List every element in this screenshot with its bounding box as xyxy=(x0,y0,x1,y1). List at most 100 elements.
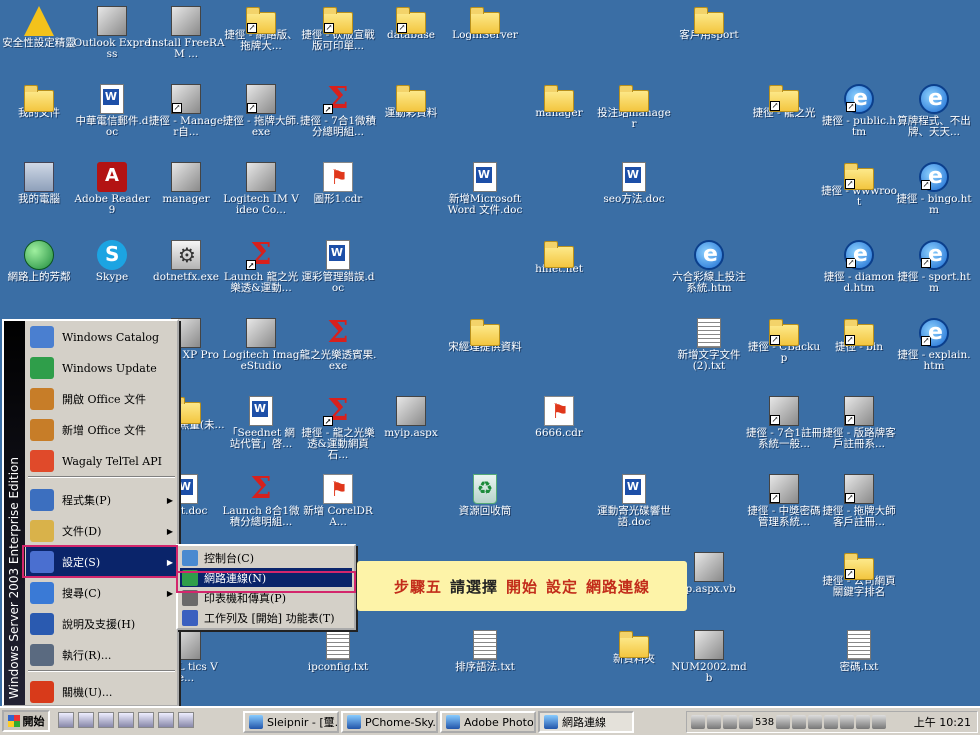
start-menu-item[interactable]: 程式集(P) ▶ xyxy=(26,485,177,515)
desktop-icon[interactable]: 圖形1.cdr xyxy=(299,160,377,205)
tray-counter[interactable]: 538 xyxy=(755,717,774,728)
desktop-icon[interactable]: Launch 8合1微積分總明組... xyxy=(222,472,300,528)
desktop-icon[interactable]: 資源回收筒 xyxy=(446,472,524,517)
desktop-icon[interactable]: ↗ 捷徑 - 砍版宣戰版可印單... xyxy=(299,4,377,52)
desktop-icon[interactable]: Adobe Reader 9 xyxy=(73,160,151,216)
desktop-icon[interactable]: 新增Microsoft Word 文件.doc xyxy=(446,160,524,216)
start-menu-item[interactable]: 設定(S) ▶ xyxy=(26,547,177,577)
tray-icon[interactable] xyxy=(691,715,705,729)
start-menu-item[interactable]: 開啟 Office 文件 xyxy=(26,384,177,414)
desktop-icon[interactable]: 新增文字文件 (2).txt xyxy=(670,316,748,372)
desktop-icon[interactable]: 我的電腦 xyxy=(0,160,78,205)
desktop-icon[interactable]: 我的文件 xyxy=(0,82,78,119)
settings-submenu-item[interactable]: 網路連線(N) xyxy=(180,568,352,587)
desktop-icon[interactable]: LoginServer xyxy=(446,4,524,41)
desktop-icon[interactable]: 龍之光樂透賓果.exe xyxy=(299,316,377,372)
messenger-quicklaunch-icon[interactable] xyxy=(158,712,174,728)
desktop-icon[interactable]: 排序語法.txt xyxy=(446,628,524,673)
start-menu-item[interactable]: 文件(D) ▶ xyxy=(26,516,177,546)
tray-icon[interactable] xyxy=(840,715,855,729)
taskbar-button[interactable]: PChome-Sky... xyxy=(341,711,438,733)
tray-icon[interactable] xyxy=(856,715,871,729)
media-quicklaunch-icon[interactable] xyxy=(138,712,154,728)
outlook-quicklaunch-icon[interactable] xyxy=(98,712,114,728)
desktop-icon[interactable]: 新資料夾 xyxy=(595,628,673,665)
desktop-icon[interactable]: ↗ 捷徑 - public.htm xyxy=(820,82,898,138)
desktop-icon[interactable]: ↗捷徑 - 龍之光樂透&運動網頁石... xyxy=(299,394,377,461)
start-menu-item[interactable]: Windows Update xyxy=(26,353,177,383)
tray-icon[interactable] xyxy=(739,715,753,729)
desktop-icon[interactable]: 客戶用sport xyxy=(670,4,748,41)
start-button[interactable]: 開始 xyxy=(2,710,50,732)
desktop-icon[interactable]: manager xyxy=(520,82,598,119)
desktop-icon[interactable]: Logitech IM Video Co... xyxy=(222,160,300,216)
desktop-icon[interactable]: ↗ 捷徑 - diamond.htm xyxy=(820,238,898,294)
desktop-icon[interactable]: ↗捷徑 - 7合1微積分總明組... xyxy=(299,82,377,138)
clock[interactable]: 上午 10:21 xyxy=(914,714,971,730)
desktop-icon[interactable]: 六合彩線上投注系統.htm xyxy=(670,238,748,294)
start-menu-item[interactable]: 搜尋(C) ▶ xyxy=(26,578,177,608)
settings-submenu-item[interactable]: 工作列及 [開始] 功能表(T) xyxy=(180,608,352,627)
desktop-icon[interactable]: ↗ 捷徑 - 中獎密碼管理系統... xyxy=(745,472,823,528)
desktop-icon[interactable]: hinet.net xyxy=(520,238,598,275)
desktop-icon[interactable]: 中華電信郵件.doc xyxy=(73,82,151,138)
app-quicklaunch-icon[interactable] xyxy=(178,712,194,728)
tray-icon[interactable] xyxy=(808,715,823,729)
desktop-icon[interactable]: myip.aspx xyxy=(372,394,450,439)
desktop-icon[interactable]: Install FreeRAM ... xyxy=(147,4,225,60)
start-menu-item[interactable]: Windows Catalog xyxy=(26,322,177,352)
desktop-icon[interactable]: manager xyxy=(147,160,225,205)
desktop-icon[interactable]: 密碼.txt xyxy=(820,628,898,673)
desktop-icon[interactable]: ↗ 捷徑 - 版路牌客戶註冊系... xyxy=(820,394,898,450)
desktop-icon[interactable]: 算牌程式、不出牌、天天... xyxy=(895,82,973,138)
desktop-icon[interactable]: 宋經理提供資料 xyxy=(446,316,524,353)
settings-submenu-item[interactable]: 控制台(C) xyxy=(180,548,352,567)
tray-icon[interactable] xyxy=(707,715,721,729)
ie-quicklaunch-icon[interactable] xyxy=(58,712,74,728)
desktop-icon[interactable]: Outlook Express xyxy=(73,4,151,60)
desktop-icon[interactable]: Logitech ImageStudio xyxy=(222,316,300,372)
desktop-icon[interactable]: ↗ 捷徑 - 拖牌大師.exe xyxy=(222,82,300,138)
start-menu-item[interactable]: Wagaly TelTel API xyxy=(26,446,177,476)
start-menu-item[interactable]: 說明及支援(H) xyxy=(26,609,177,639)
desktop-icon[interactable]: ↗ 捷徑 - explain.htm xyxy=(895,316,973,372)
start-menu-item[interactable]: 新增 Office 文件 xyxy=(26,415,177,445)
desktop-icon[interactable]: NUM2002.mdb xyxy=(670,628,748,684)
tray-icon[interactable] xyxy=(872,715,887,729)
desktop-icon[interactable]: 網路上的芳鄰 xyxy=(0,238,78,283)
desktop-icon[interactable]: ↗ 捷徑 - bingo.htm xyxy=(895,160,973,216)
start-menu-item[interactable]: 關機(U)... xyxy=(26,677,177,707)
desktop-quicklaunch-icon[interactable] xyxy=(118,712,134,728)
taskbar-button[interactable]: Adobe Photo... xyxy=(440,711,536,733)
settings-submenu-item[interactable]: 印表機和傳真(P) xyxy=(180,588,352,607)
desktop-icon[interactable]: 6666.cdr xyxy=(520,394,598,439)
desktop-icon[interactable]: 運動彩資料 xyxy=(372,82,450,119)
desktop-icon[interactable]: ↗ 捷徑 - Manager自... xyxy=(147,82,225,138)
desktop-icon[interactable]: ↗ 捷徑 - 公司網頁關鍵字排名 xyxy=(820,550,898,598)
desktop-icon[interactable]: 運彩管理錯誤.doc xyxy=(299,238,377,294)
desktop-icon[interactable]: ↗Launch 龍之光樂透&運動... xyxy=(222,238,300,294)
desktop-icon[interactable]: ↗ 捷徑 - sport.htm xyxy=(895,238,973,294)
tray-icon[interactable] xyxy=(824,715,839,729)
desktop-icon[interactable]: 投注站manager xyxy=(595,82,673,130)
desktop-icon[interactable]: 新增 CorelDRA... xyxy=(299,472,377,528)
desktop-icon[interactable]: seo方法.doc xyxy=(595,160,673,205)
desktop-icon[interactable]: 安全性設定精靈 xyxy=(0,4,78,49)
tray-icon[interactable] xyxy=(723,715,737,729)
desktop-icon[interactable]: ↗ 捷徑 - 網路版、拖牌大... xyxy=(222,4,300,52)
taskbar-button[interactable]: Sleipnir - [璽... xyxy=(243,711,339,733)
taskbar-button[interactable]: 網路連線 xyxy=(538,711,634,733)
desktop-icon[interactable]: ↗ database xyxy=(372,4,450,41)
desktop-icon[interactable]: ipconfig.txt xyxy=(299,628,377,673)
desktop-icon[interactable]: 運動寄光碟響世語.doc xyxy=(595,472,673,528)
tray-icon[interactable] xyxy=(792,715,807,729)
desktop-icon[interactable]: ↗ 捷徑 - 7合1註冊系統一般... xyxy=(745,394,823,450)
word-quicklaunch-icon[interactable] xyxy=(78,712,94,728)
tray-icon[interactable] xyxy=(776,715,791,729)
desktop-icon[interactable]: ↗ 捷徑 - CBackup xyxy=(745,316,823,364)
desktop-icon[interactable]: Skype xyxy=(73,238,151,283)
desktop-icon[interactable]: dotnetfx.exe xyxy=(147,238,225,283)
desktop-icon[interactable]: 「Seednet 網站代管」啓... xyxy=(222,394,300,450)
desktop-icon[interactable]: ↗ 捷徑 - 龍之光 xyxy=(745,82,823,119)
desktop-icon[interactable]: ↗ 捷徑 - 拖牌大師客戶註冊... xyxy=(820,472,898,528)
